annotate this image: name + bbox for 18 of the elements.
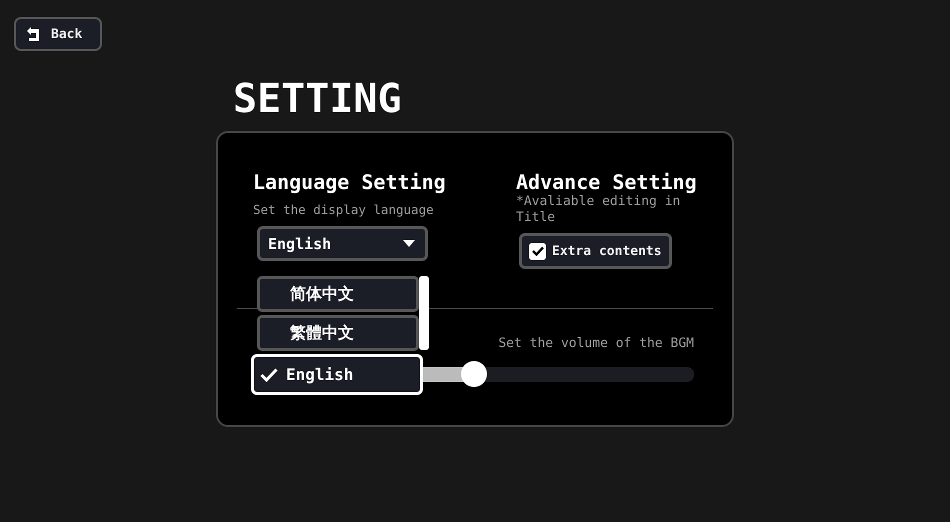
back-button[interactable]: Back — [14, 17, 102, 51]
section-note: *Avaliable editing in Title — [516, 194, 682, 226]
slider-caption: Set the volume of the BGM — [498, 336, 694, 352]
dropdown-option[interactable]: 简体中文 — [257, 276, 419, 312]
page-title: SETTING — [233, 78, 403, 120]
language-menu[interactable]: 简体中文 繁體中文 English — [251, 276, 436, 395]
scrollbar[interactable] — [419, 276, 429, 350]
checkbox[interactable] — [529, 242, 546, 260]
section-subtitle: Set the display language — [253, 202, 435, 218]
dropdown-option[interactable]: English — [251, 354, 423, 395]
language-dropdown[interactable]: English — [257, 226, 428, 261]
return-arrow-icon — [25, 27, 41, 41]
extra-contents-toggle[interactable]: Extra contents — [519, 233, 672, 269]
checkmark-icon — [260, 368, 278, 382]
section-title: Language Setting — [253, 170, 447, 194]
dropdown-option[interactable]: 繁體中文 — [257, 315, 419, 351]
section-title: Advance Setting — [516, 170, 698, 194]
slider-thumb[interactable] — [460, 361, 486, 387]
